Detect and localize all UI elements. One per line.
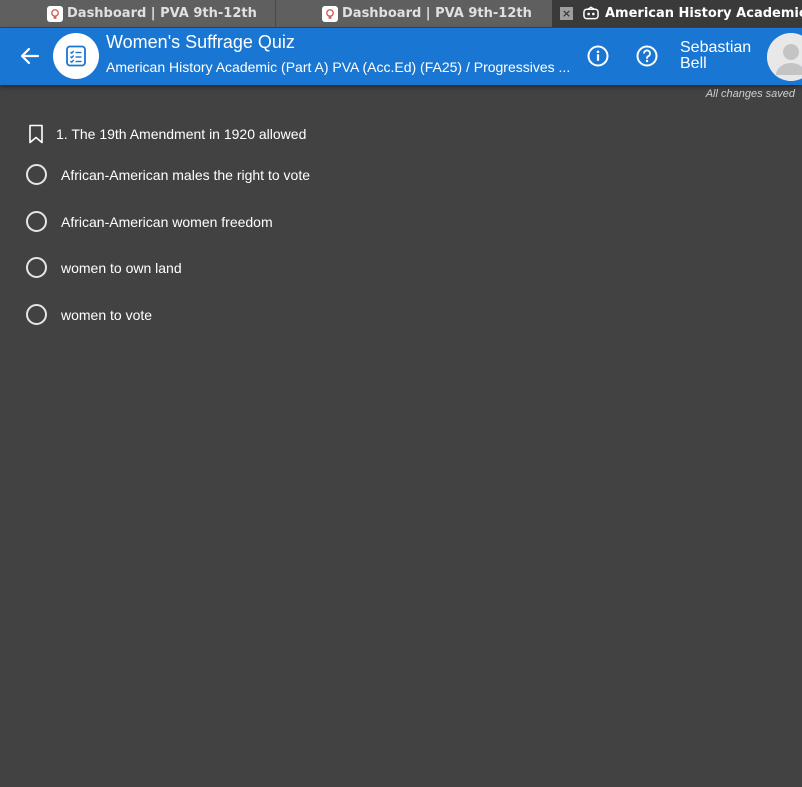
answer-label: women to own land xyxy=(61,259,182,276)
question-text: 1. The 19th Amendment in 1920 allowed xyxy=(56,126,307,142)
browser-tab-american-history[interactable]: × American History Academic (P... xyxy=(552,0,802,27)
answer-option-1[interactable]: African-American males the right to vote xyxy=(26,164,310,185)
bookmark-icon[interactable] xyxy=(28,124,44,144)
lightbulb-icon xyxy=(47,5,63,22)
answer-label: women to vote xyxy=(61,306,153,323)
question-heading: 1. The 19th Amendment in 1920 allowed xyxy=(28,124,306,144)
user-first-name: Sebastian xyxy=(680,39,752,56)
quiz-favicon-icon xyxy=(583,6,599,22)
user-last-name: Bell xyxy=(680,55,707,72)
quiz-logo xyxy=(53,33,99,79)
quiz-list-icon xyxy=(66,45,86,67)
lightbulb-icon xyxy=(322,5,338,22)
browser-tab-strip: Dashboard | PVA 9th-12th Dashboard | PVA… xyxy=(0,0,802,27)
user-name[interactable]: Sebastian Bell xyxy=(680,40,760,72)
tab-title: American History Academic (P... xyxy=(605,6,802,21)
back-arrow-icon[interactable] xyxy=(18,44,42,68)
answer-label: African-American women freedom xyxy=(61,213,273,230)
avatar[interactable] xyxy=(767,33,802,81)
browser-tab-dashboard-2[interactable]: Dashboard | PVA 9th-12th xyxy=(276,0,552,27)
answer-option-3[interactable]: women to own land xyxy=(26,257,182,278)
radio-button[interactable] xyxy=(26,304,47,325)
save-status: All changes saved xyxy=(705,88,795,100)
course-breadcrumb[interactable]: American History Academic (Part A) PVA (… xyxy=(106,59,576,75)
info-icon[interactable] xyxy=(587,45,609,67)
answer-label: African-American males the right to vote xyxy=(61,166,310,183)
quiz-header: Women's Suffrage Quiz American History A… xyxy=(0,28,802,85)
avatar-placeholder-icon xyxy=(767,33,802,81)
page-title: Women's Suffrage Quiz xyxy=(106,32,295,52)
radio-button[interactable] xyxy=(26,257,47,278)
radio-button[interactable] xyxy=(26,164,47,185)
answer-option-2[interactable]: African-American women freedom xyxy=(26,211,273,232)
close-tab-icon[interactable]: × xyxy=(560,7,573,20)
tab-title: Dashboard | PVA 9th-12th xyxy=(342,6,532,21)
tab-title: Dashboard | PVA 9th-12th xyxy=(67,6,257,21)
radio-button[interactable] xyxy=(26,211,47,232)
help-icon[interactable] xyxy=(636,45,658,67)
answer-option-4[interactable]: women to vote xyxy=(26,304,152,325)
browser-tab-dashboard-1[interactable]: Dashboard | PVA 9th-12th xyxy=(0,0,276,27)
